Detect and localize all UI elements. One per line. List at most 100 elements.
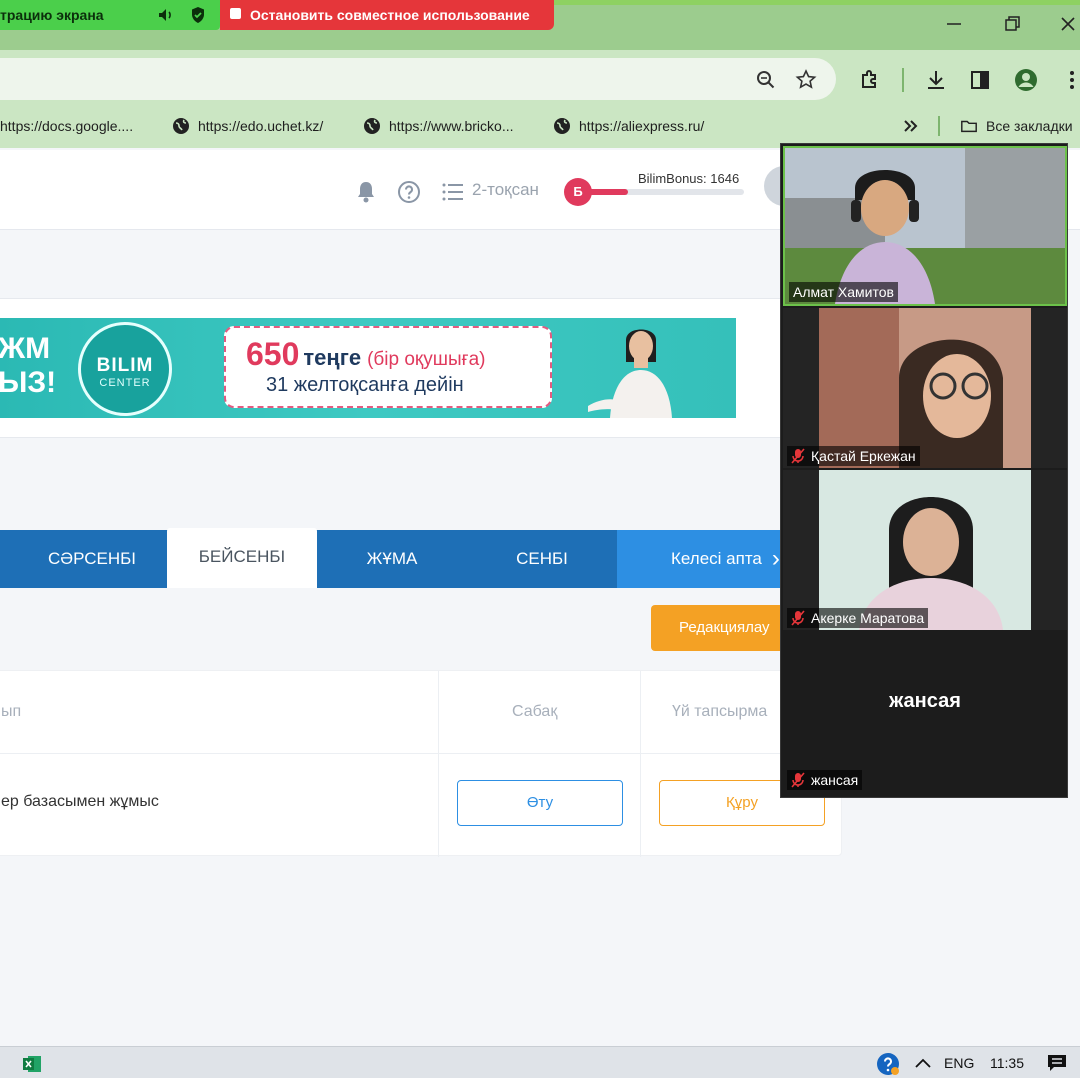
notifications-icon[interactable] [1046,1053,1068,1073]
all-bookmarks-label: Все закладки [986,118,1073,134]
row-divider [0,753,843,754]
tab-saturday[interactable]: СЕНБІ [467,530,617,588]
bilimbonus-progress [574,189,744,195]
globe-icon [554,118,570,134]
participant-name: Қастай Еркежан [811,448,916,464]
toolbar-divider [902,68,904,92]
bookmark-star-icon[interactable] [794,68,818,92]
download-icon[interactable] [924,68,948,92]
minimize-icon[interactable] [942,12,966,36]
profile-icon[interactable] [1014,68,1038,92]
bookmarks-bar: https://docs.google.... https://edo.uche… [0,104,1080,148]
stop-icon [230,8,241,19]
bookmark-label: https://www.bricko... [389,118,514,134]
globe-icon [173,118,189,134]
start-lesson-button[interactable]: Өту [457,780,623,826]
mic-muted-icon [791,448,805,464]
participant-name: Алмат Хамитов [793,284,894,300]
shield-icon[interactable] [190,6,206,24]
folder-icon [961,120,977,133]
language-indicator[interactable]: ENG [944,1047,974,1078]
schedule-table: ып Сабақ Үй тапсырма ер базасымен жұмыс … [0,670,843,857]
stop-sharing-button[interactable]: Остановить совместное использование [220,0,554,30]
bookmark-item[interactable]: https://www.bricko... [363,104,513,148]
extensions-icon[interactable] [858,68,882,92]
chevron-right-icon: › [771,545,780,572]
bookmarks-divider [938,116,940,136]
logo-line2: CENTER [99,377,151,389]
weekday-tabs: СӘРСЕНБІ БЕЙСЕНБІ ЖҰМА СЕНБІ Келесі апта… [0,528,800,588]
price-box: 650 теңге (бір оқушыға) 31 желтоқсанға дей… [224,326,552,408]
promo-banner[interactable]: ЖМ ЫЗ! BILIM CENTER 650 теңге (бір оқушыға… [0,318,736,418]
zoom-icon[interactable] [754,68,778,92]
price-deadline: 31 желтоқсанға дейін [266,374,464,396]
address-bar[interactable] [0,58,836,100]
stop-sharing-label: Остановить совместное использование [250,7,530,23]
list-icon[interactable] [442,182,464,202]
tab-wednesday[interactable]: СӘРСЕНБІ [18,530,166,588]
bilimbonus-label: BilimBonus: 1646 [638,171,739,186]
participant-tile[interactable]: Алмат Хамитов [783,146,1067,306]
lesson-topic: ер базасымен жұмыс [1,793,159,810]
help-icon[interactable] [397,180,421,204]
bilim-center-logo: BILIM CENTER [78,322,172,416]
edit-button[interactable]: Редакциялау [651,605,801,651]
logo-line1: BILIM [96,355,154,376]
video-call-panel: Алмат Хамитов Қастай Еркежан Акерке Мара… [780,143,1068,798]
chevron-double-right-icon[interactable] [902,118,920,134]
participant-name-tag: жансая [787,770,863,790]
banner-left-line1: ЖМ [0,332,51,365]
bilimbonus-value: 1646 [710,171,740,186]
screen-share-status: трацию экрана [0,0,220,30]
excel-icon[interactable] [22,1054,42,1074]
browser-titlebar: трацию экрана Остановить совместное испо… [0,0,1080,50]
restore-icon[interactable] [1000,12,1024,36]
tab-friday[interactable]: ЖҰМА [318,530,466,588]
bookmark-label: https://edo.uchet.kz/ [198,118,324,134]
price-currency: теңге [303,345,362,370]
bilimbonus-badge: Б [564,178,592,206]
help-tray-icon[interactable] [876,1052,900,1076]
screen-share-status-text: трацию экрана [0,7,104,23]
participant-name-tag: Алмат Хамитов [789,282,898,302]
participant-name: Акерке Маратова [811,610,925,626]
price-note: (бір оқушыға) [367,349,486,370]
banner-left-text: ЖМ ЫЗ! [0,332,56,400]
column-divider [640,671,641,857]
side-panel-icon[interactable] [968,68,992,92]
participant-name: жансая [811,772,859,788]
speaker-icon[interactable] [158,8,174,22]
menu-dots-icon[interactable] [1060,68,1080,92]
participant-video [785,148,1065,304]
chevron-up-icon[interactable] [914,1057,932,1069]
participant-name-tag: Қастай Еркежан [787,446,920,466]
mic-muted-icon [791,772,805,788]
banner-person-illustration [588,329,672,418]
participant-tile[interactable]: Акерке Маратова [783,470,1067,630]
mic-muted-icon [791,610,805,626]
table-header-lesson: Сабақ [512,703,558,720]
participant-video [819,308,1031,468]
taskbar: ENG 11:35 [0,1046,1080,1078]
bell-icon[interactable] [355,180,377,204]
quarter-selector[interactable]: 2-тоқсан [472,180,539,200]
table-header-topic: ып [1,703,22,720]
next-week-button[interactable]: Келесі апта › [617,530,800,588]
bookmark-item[interactable]: https://aliexpress.ru/ [553,104,704,148]
all-bookmarks-button[interactable]: Все закладки [960,104,1073,148]
bilimbonus-title: BilimBonus: [638,171,707,186]
bookmark-item[interactable]: https://docs.google.... [0,104,133,148]
close-icon[interactable] [1056,12,1080,36]
price-line: 650 теңге (бір оқушыға) [246,336,485,373]
bookmark-label: https://aliexpress.ru/ [579,118,705,134]
participant-display-name: жансая [889,690,961,712]
clock[interactable]: 11:35 [990,1047,1024,1078]
column-divider [438,671,439,857]
globe-icon [364,118,380,134]
participant-tile[interactable]: жансая жансая [783,632,1067,792]
bookmark-label: https://docs.google.... [0,118,134,134]
participant-tile[interactable]: Қастай Еркежан [783,308,1067,468]
tab-thursday[interactable]: БЕЙСЕНБІ [167,528,317,588]
banner-left-line2: ЫЗ! [0,366,57,399]
bookmark-item[interactable]: https://edo.uchet.kz/ [172,104,323,148]
